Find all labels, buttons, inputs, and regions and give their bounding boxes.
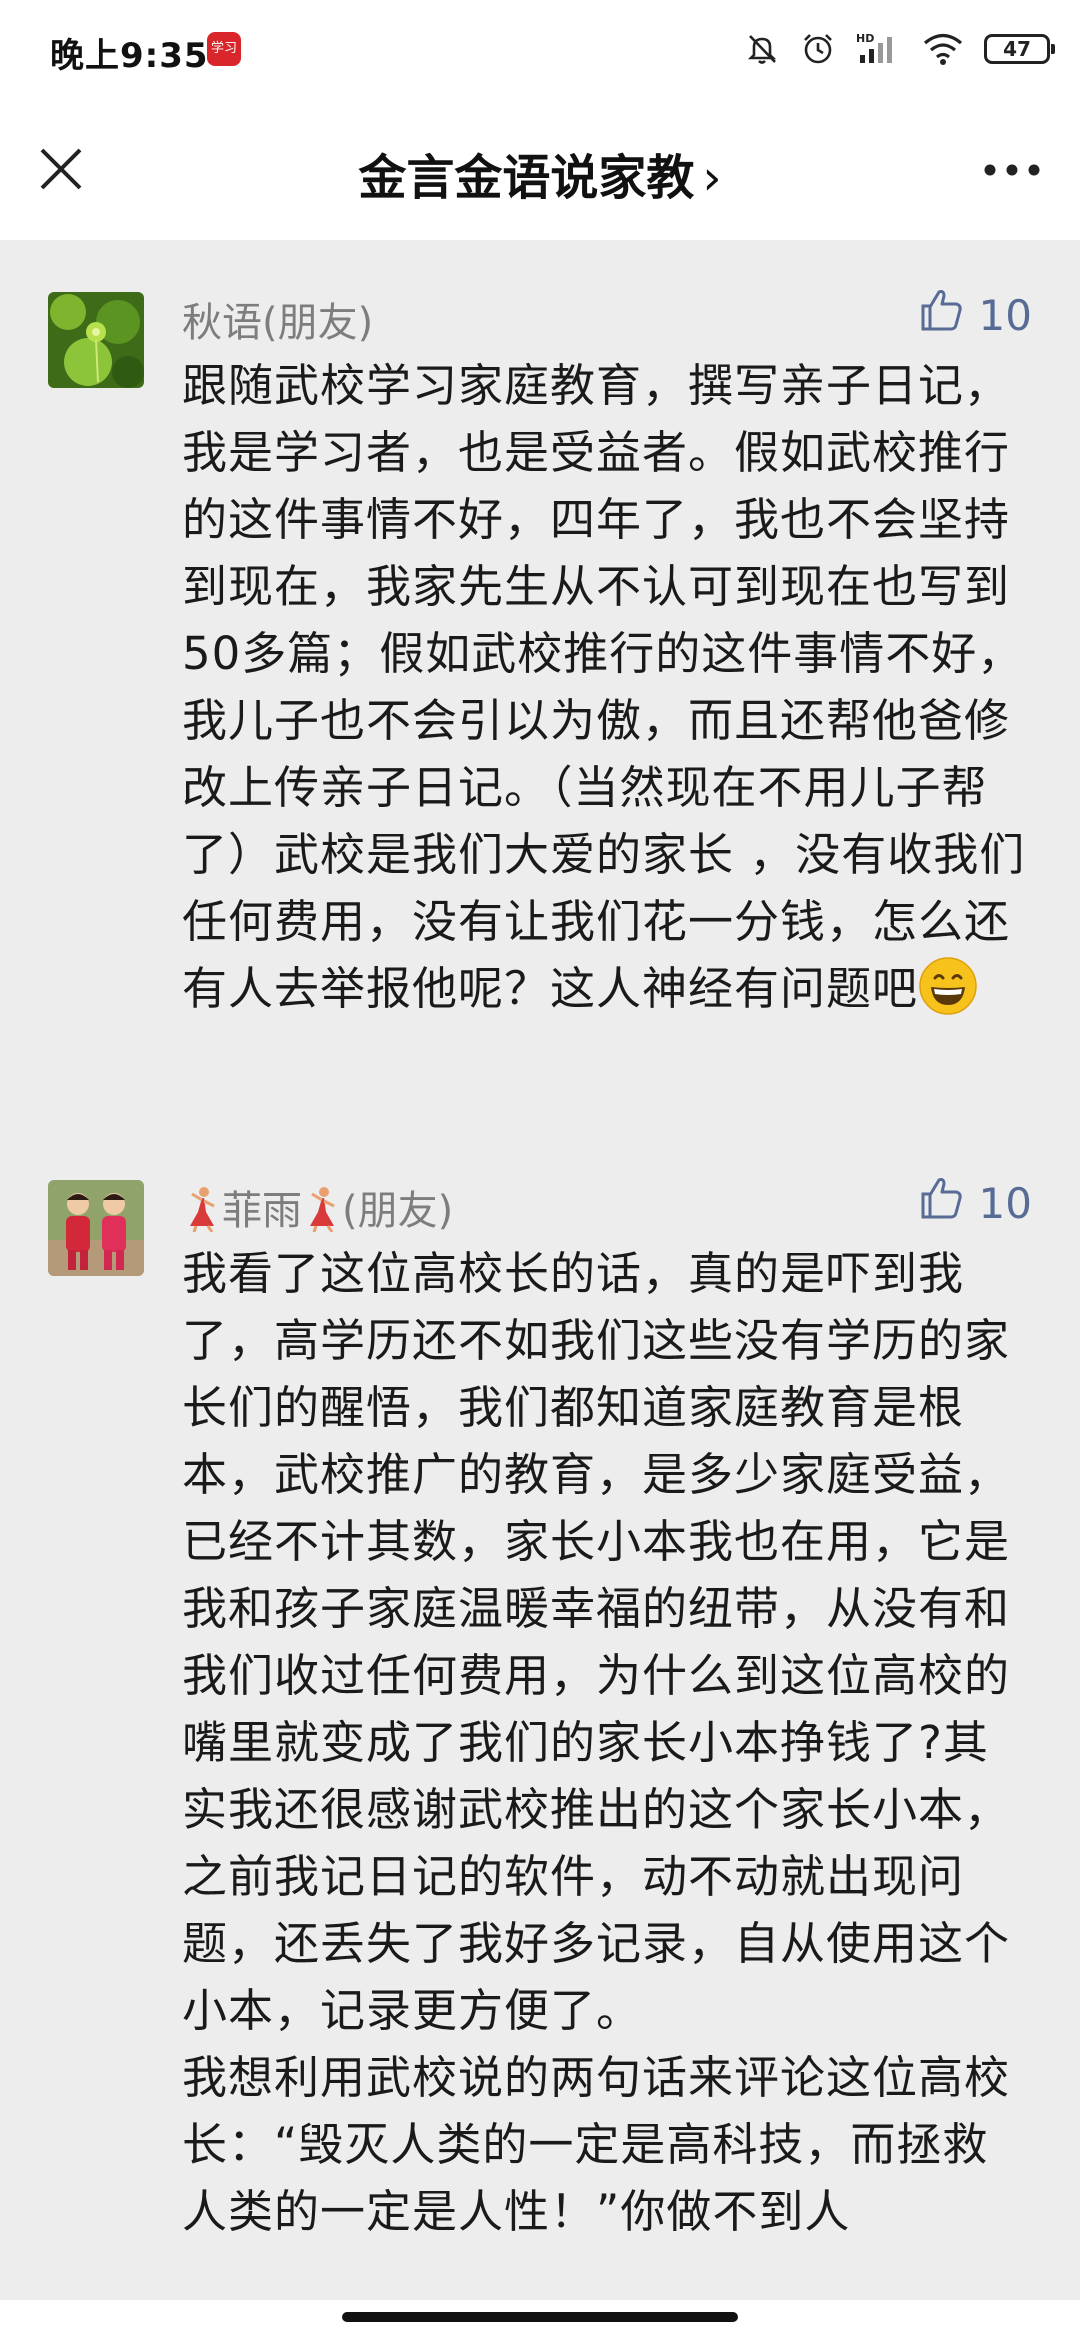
home-indicator[interactable] [342,2312,738,2322]
comment-body-continued: 我想利用武校说的两句话来评论这位高校长：“毁灭人类的一定是高科技，而拯救人类的一… [182,2051,1011,2238]
status-bar: 晚上9:35 学习 HD 47 [0,0,1080,100]
status-time: 晚上9:35 [50,36,209,76]
comment-body: 我看了这位高校长的话，真的是吓到我了，高学历还不如我们这些没有学历的家长们的醒悟… [182,1247,1011,2037]
nav-bar: 金言金语说家教 › [0,100,1080,240]
comment-body: 跟随武校学习家庭教育，撰写亲子日记，我是学习者，也是受益者。假如武校推行的这件事… [182,359,1026,1015]
comment-author[interactable]: 秋语(朋友) [182,290,373,348]
chevron-right-icon: › [702,150,722,206]
comment-text: 我看了这位高校长的话，真的是吓到我了，高学历还不如我们这些没有学历的家长们的醒悟… [182,1240,1032,2245]
comment-text: 跟随武校学习家庭教育，撰写亲子日记，我是学习者，也是受益者。假如武校推行的这件事… [182,352,1032,1022]
like-button[interactable]: 10 [917,1174,1032,1232]
battery-icon: 47 [984,34,1055,64]
comment-author[interactable]: 菲雨 (朋友) [182,1178,453,1236]
alarm-icon [800,31,836,67]
status-icons: HD 47 [744,24,1055,74]
like-count: 10 [978,290,1032,340]
app-notification-icon: 学习 [207,32,241,66]
hd-signal-icon: HD [856,31,902,67]
like-count: 10 [978,1178,1032,1228]
page-title-link[interactable]: 金言金语说家教 › [0,138,1080,208]
svg-text:HD: HD [856,32,874,45]
mute-icon [744,31,780,67]
avatar[interactable] [48,1180,144,1276]
grinning-emoji-icon [919,957,977,1015]
dancer-emoji-icon [190,1187,215,1232]
dancer-emoji-icon [310,1187,335,1232]
wifi-icon [922,31,964,67]
page-title: 金言金语说家教 [358,150,695,206]
avatar[interactable] [48,292,144,388]
comments-list: 秋语(朋友) 10 跟随武校学习家庭教育，撰写亲子日记，我是学习者，也是受益者。… [0,240,1080,2300]
like-button[interactable]: 10 [917,286,1032,344]
thumbs-up-icon [917,1174,965,1232]
comment-author-suffix: (朋友) [342,1188,454,1234]
thumbs-up-icon [917,286,965,344]
more-icon[interactable] [982,160,1042,180]
comment-author-name: 菲雨 [222,1188,302,1234]
